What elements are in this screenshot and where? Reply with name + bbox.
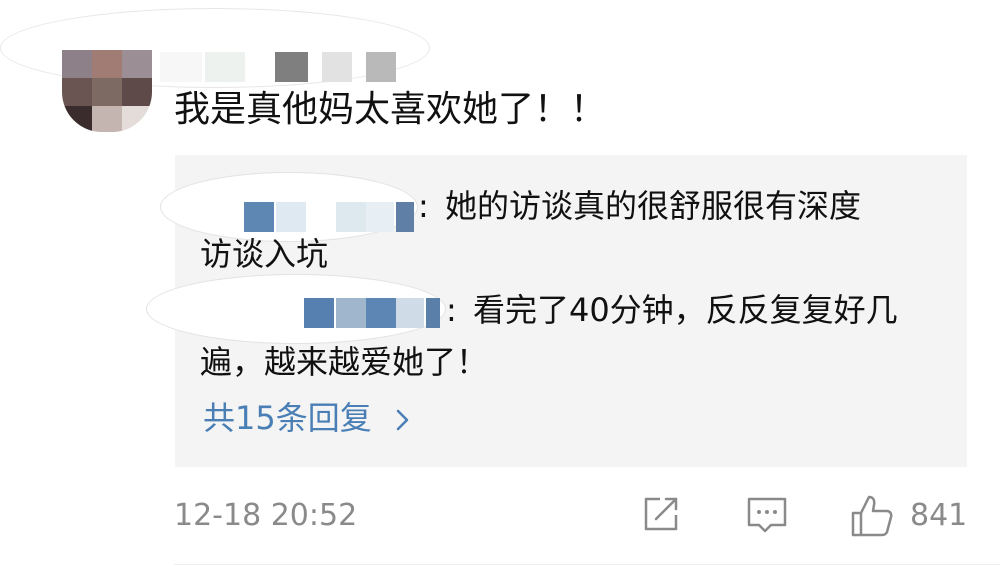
comment-timestamp: 12-18 20:52 (174, 498, 358, 533)
comment-button[interactable] (745, 493, 789, 539)
like-button[interactable] (849, 493, 895, 539)
like-count: 841 (910, 498, 968, 533)
comment-text: 我是真他妈太喜欢她了！！ (174, 89, 607, 130)
comment-header: 我是真他妈太喜欢她了！！ (0, 0, 1000, 135)
comment-icon (745, 497, 789, 541)
view-all-replies-label: 共15条回复 (203, 399, 372, 437)
like-icon (849, 495, 895, 543)
share-button[interactable] (640, 493, 682, 539)
chevron-right-icon (396, 396, 410, 444)
view-all-replies-link[interactable]: 共15条回复 (203, 394, 410, 444)
divider (174, 564, 1000, 565)
avatar[interactable] (62, 50, 152, 132)
share-icon (640, 497, 682, 539)
